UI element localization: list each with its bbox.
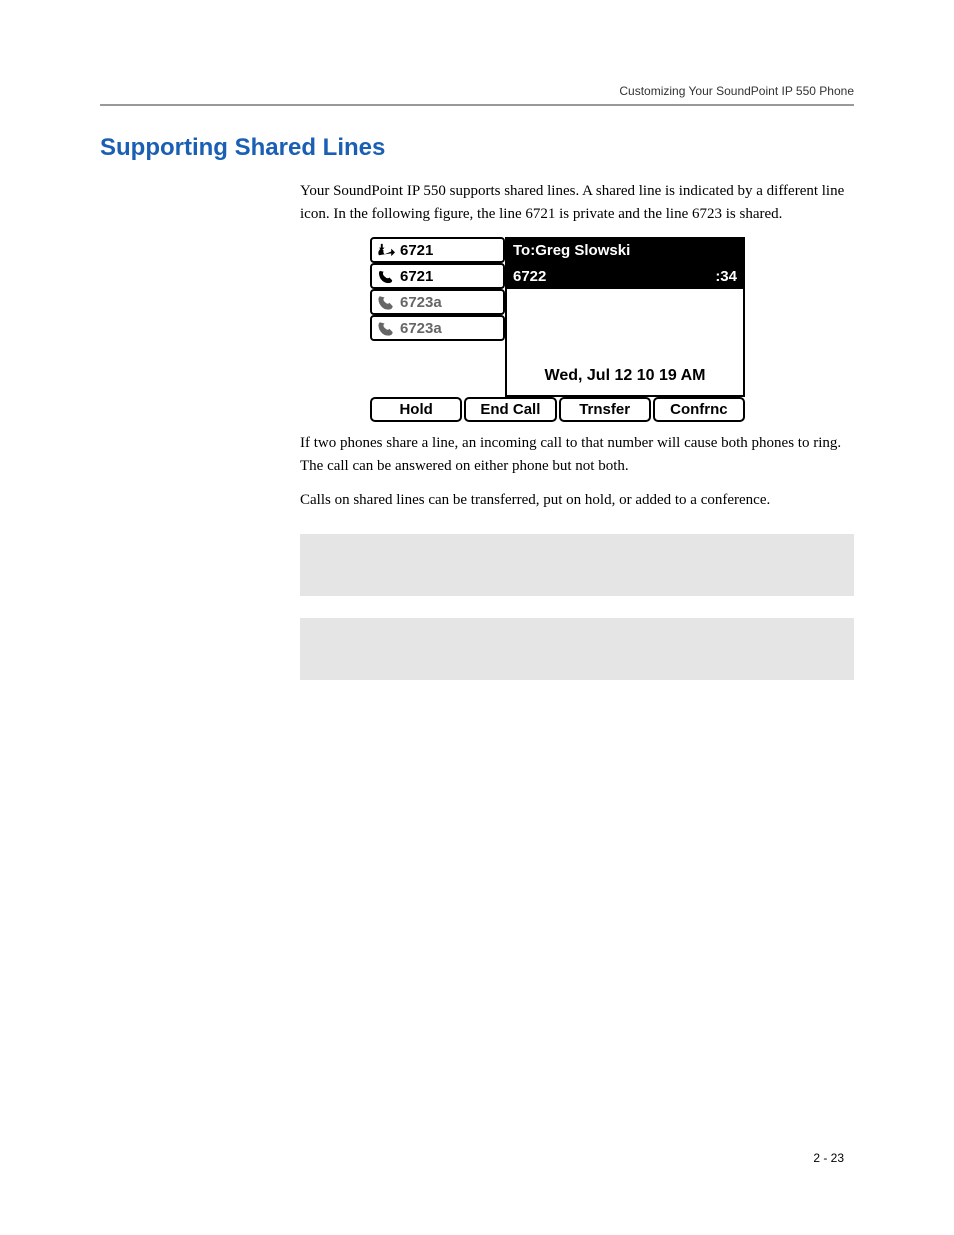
page-number: 2 - 23 bbox=[813, 1151, 844, 1165]
phone-icon bbox=[377, 268, 396, 285]
offhook-arrow-icon bbox=[377, 242, 396, 259]
line-key-1: 6721 bbox=[370, 237, 505, 263]
header-rule bbox=[100, 104, 854, 106]
call-number: 6722 bbox=[513, 268, 546, 285]
line-key-3: 6723a bbox=[370, 289, 505, 315]
softkey-endcall: End Call bbox=[464, 397, 556, 422]
paragraph-2: If two phones share a line, an incoming … bbox=[300, 432, 854, 477]
call-number-row: 6722 :34 bbox=[505, 263, 745, 289]
softkey-transfer: Trnsfer bbox=[559, 397, 651, 422]
line-label-3: 6723a bbox=[400, 294, 442, 311]
line-key-4: 6723a bbox=[370, 315, 505, 341]
line-key-2: 6721 bbox=[370, 263, 505, 289]
softkey-hold: Hold bbox=[370, 397, 462, 422]
paragraph-3: Calls on shared lines can be transferred… bbox=[300, 489, 854, 512]
softkey-confrnc: Confrnc bbox=[653, 397, 745, 422]
phone-icon bbox=[377, 320, 396, 337]
section-title: Supporting Shared Lines bbox=[100, 134, 854, 162]
paragraph-1: Your SoundPoint IP 550 supports shared l… bbox=[300, 180, 854, 225]
line-label-1: 6721 bbox=[400, 242, 433, 259]
softkey-row: Hold End Call Trnsfer Confrnc bbox=[370, 397, 745, 422]
running-head: Customizing Your SoundPoint IP 550 Phone bbox=[100, 84, 854, 98]
phone-screenshot: 6721 6721 6723a bbox=[370, 237, 854, 422]
line-label-4: 6723a bbox=[400, 320, 442, 337]
note-box-2 bbox=[300, 618, 854, 680]
call-timer: :34 bbox=[715, 268, 737, 285]
line-label-2: 6721 bbox=[400, 268, 433, 285]
note-box-1 bbox=[300, 534, 854, 596]
datetime-label: Wed, Jul 12 10 19 AM bbox=[545, 367, 706, 385]
lcd-main-area: Wed, Jul 12 10 19 AM bbox=[505, 289, 745, 397]
phone-icon bbox=[377, 294, 396, 311]
call-to-label: To:Greg Slowski bbox=[505, 237, 745, 263]
